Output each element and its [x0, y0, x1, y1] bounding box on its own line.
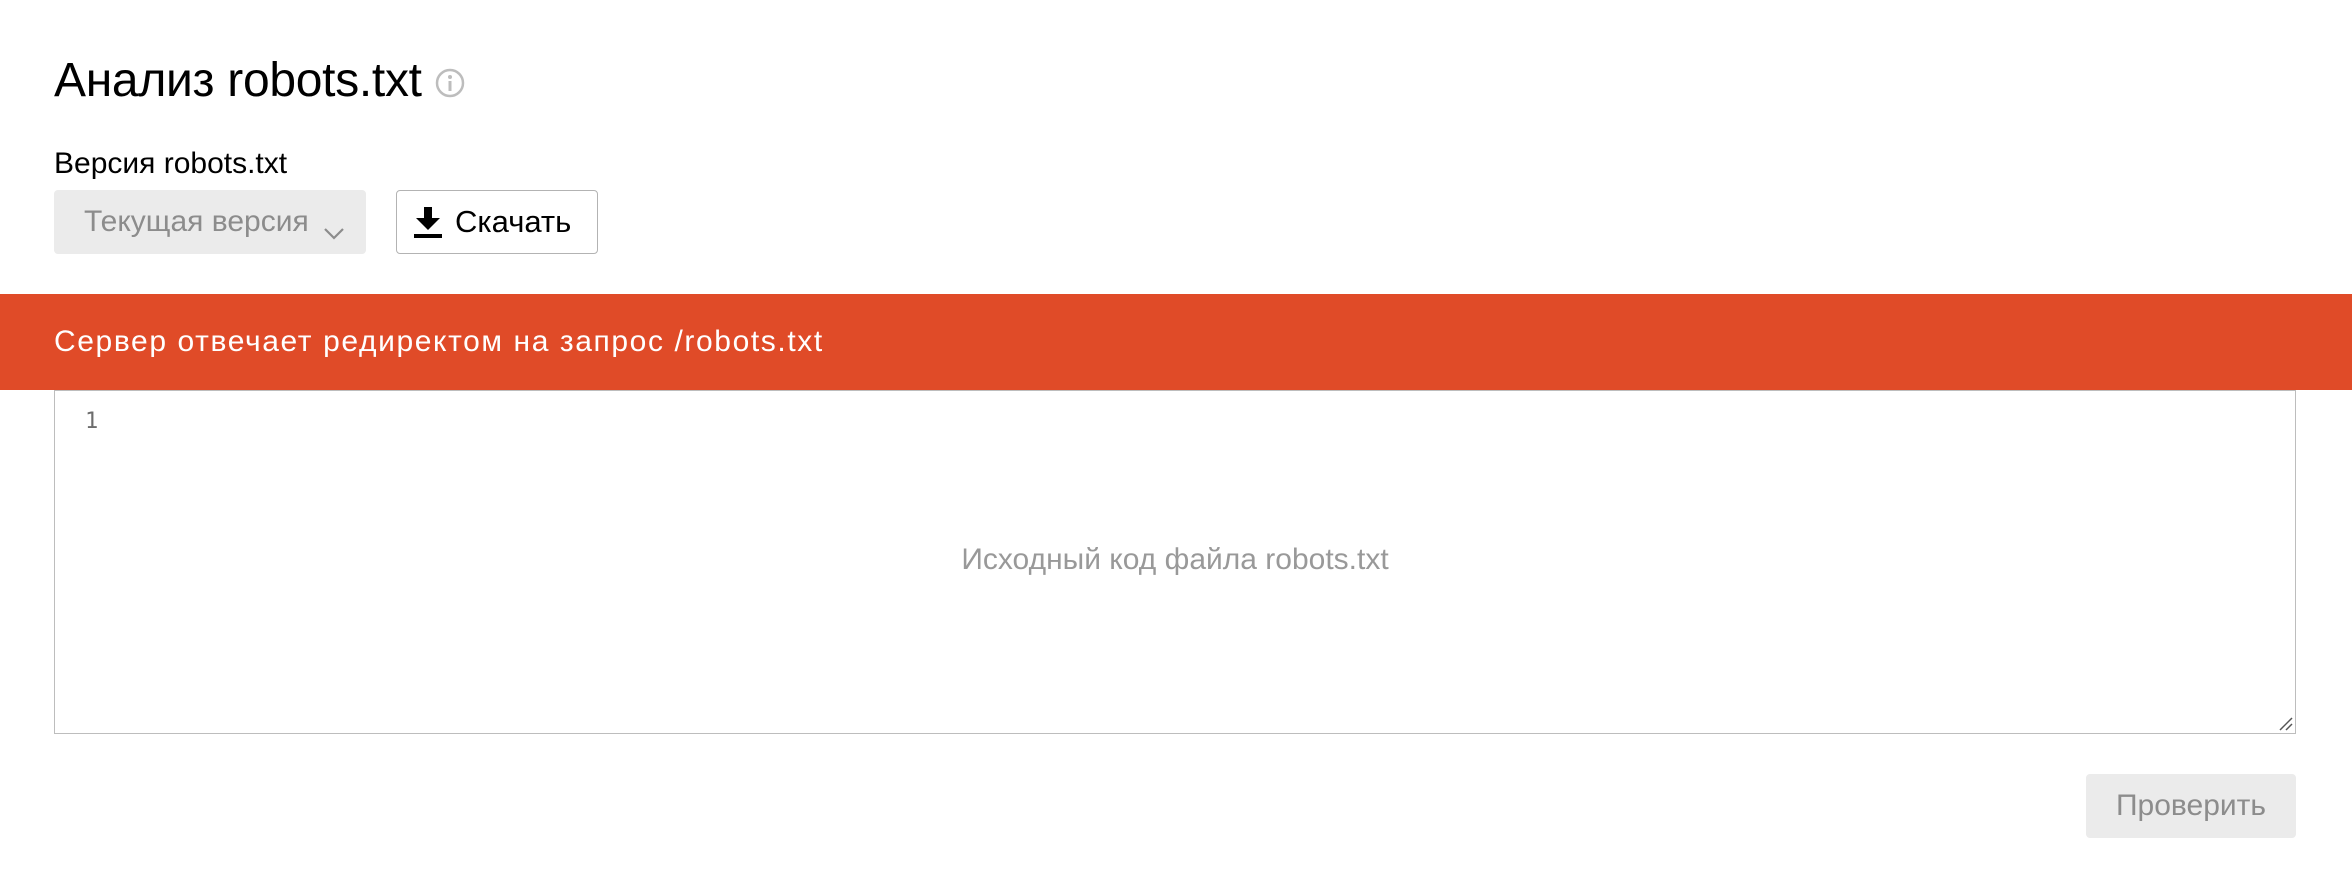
resize-handle-icon[interactable] — [2277, 715, 2293, 731]
editor-placeholder: Исходный код файла robots.txt — [961, 543, 1389, 576]
robots-txt-editor[interactable]: 1 Исходный код файла robots.txt — [54, 390, 2296, 734]
page-title: Анализ robots.txt — [54, 54, 422, 107]
version-label: Версия robots.txt — [54, 147, 288, 180]
error-message: Сервер отвечает редиректом на запрос /ro… — [54, 325, 824, 358]
download-button[interactable]: Скачать — [396, 190, 598, 254]
check-button[interactable]: Проверить — [2086, 774, 2296, 838]
version-select-value: Текущая версия — [84, 205, 309, 238]
line-number: 1 — [85, 409, 99, 434]
title-row: Анализ robots.txt — [54, 48, 466, 114]
error-banner: Сервер отвечает редиректом на запрос /ro… — [0, 294, 2352, 390]
download-button-label: Скачать — [455, 204, 572, 239]
chevron-down-icon — [323, 215, 345, 240]
version-select[interactable]: Текущая версия — [54, 190, 366, 254]
download-icon — [413, 205, 443, 239]
robots-txt-analysis-page: Анализ robots.txt Версия robots.txt Теку… — [0, 0, 2352, 876]
info-icon[interactable] — [434, 67, 466, 99]
